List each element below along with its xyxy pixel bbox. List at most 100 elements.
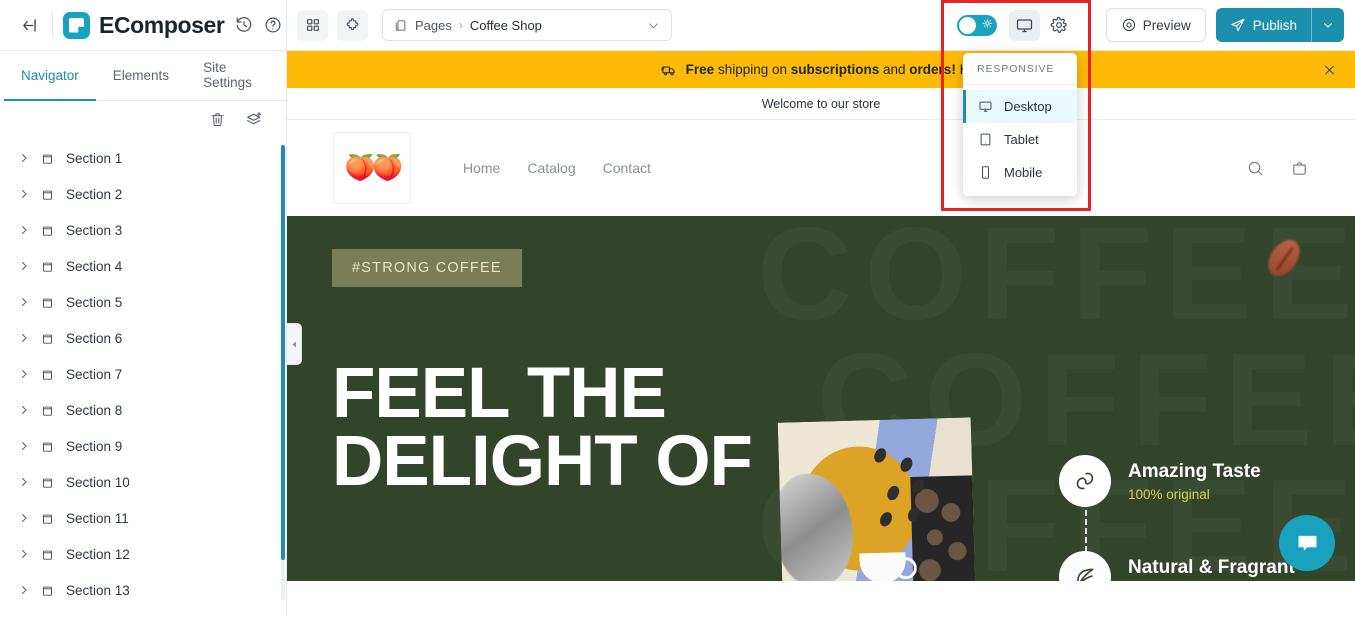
tab-navigator-label: Navigator <box>21 67 79 83</box>
publish-label: Publish <box>1252 17 1297 33</box>
tab-navigator[interactable]: Navigator <box>4 51 96 101</box>
chevron-right-icon[interactable] <box>18 548 32 560</box>
chat-bubble-icon[interactable] <box>1279 515 1335 571</box>
section-row[interactable]: Section 12 <box>0 536 286 572</box>
back-button[interactable] <box>14 10 44 40</box>
breadcrumb-group: Pages <box>415 17 452 33</box>
chevron-right-icon[interactable] <box>18 404 32 416</box>
chevron-right-icon[interactable] <box>18 152 32 164</box>
section-label: Section 9 <box>66 438 123 454</box>
responsive-item-label: Mobile <box>1004 165 1043 180</box>
chevron-right-icon[interactable] <box>18 368 32 380</box>
section-label: Section 1 <box>66 150 123 166</box>
sidebar-scrollbar-thumb[interactable] <box>281 145 285 560</box>
puzzle-extension-icon[interactable] <box>337 9 368 41</box>
hero-headline-line2: DELIGHT OF <box>332 422 753 502</box>
store-nav-catalog[interactable]: Catalog <box>527 160 575 176</box>
divider <box>52 12 53 38</box>
announcement-sentence: Free shipping on subscriptions and order… <box>686 62 982 77</box>
tab-elements[interactable]: Elements <box>96 51 186 101</box>
chevron-right-icon[interactable] <box>18 224 32 236</box>
pages-icon <box>393 18 408 33</box>
shopping-bag-icon[interactable] <box>1290 159 1309 178</box>
store-logo[interactable]: 🍑🍑 <box>333 132 411 204</box>
add-layer-icon[interactable] <box>245 110 264 129</box>
section-row[interactable]: Section 7 <box>0 356 286 392</box>
navigator-toolbar <box>0 101 286 137</box>
section-box-icon <box>40 295 55 310</box>
section-box-icon <box>40 187 55 202</box>
history-icon[interactable] <box>235 16 253 34</box>
tab-site-settings[interactable]: Site Settings <box>186 51 286 101</box>
store-nav-home[interactable]: Home <box>463 160 500 176</box>
chevron-right-icon[interactable] <box>18 332 32 344</box>
section-box-icon <box>40 331 55 346</box>
section-label: Section 12 <box>66 546 130 562</box>
responsive-item-mobile[interactable]: Mobile <box>963 156 1077 189</box>
publish-button[interactable]: Publish <box>1215 8 1344 42</box>
preview-button[interactable]: Preview <box>1105 8 1206 42</box>
section-label: Section 5 <box>66 294 123 310</box>
chevron-right-icon[interactable] <box>18 476 32 488</box>
chevron-right-icon[interactable] <box>18 260 32 272</box>
desktop-monitor-icon[interactable] <box>1008 9 1040 41</box>
chevron-right-icon[interactable] <box>18 584 32 596</box>
toggle-knob <box>958 16 976 34</box>
hero-section[interactable]: COFFEE COFFEE COFFEE #STRONG COFFEE FEEL… <box>287 216 1355 581</box>
section-row[interactable]: Section 10 <box>0 464 286 500</box>
feature-subtitle: 100% original <box>1128 487 1210 502</box>
ann-mid-2: and <box>879 62 910 77</box>
canvas-collapse-handle[interactable] <box>287 323 302 365</box>
section-row[interactable]: Section 2 <box>0 176 286 212</box>
section-label: Section 4 <box>66 258 123 274</box>
store-nav-contact[interactable]: Contact <box>603 160 651 176</box>
section-row[interactable]: Section 3 <box>0 212 286 248</box>
breadcrumb-separator: › <box>458 18 463 32</box>
section-row[interactable]: Section 13 <box>0 572 286 608</box>
gear-icon[interactable] <box>1044 10 1075 41</box>
feature-item: Amazing Taste 100% original <box>1059 455 1261 507</box>
sections-list[interactable]: Section 1 Section 2 Section 3 Section 4 <box>0 140 286 617</box>
delete-icon[interactable] <box>209 111 226 128</box>
section-row[interactable]: Section 4 <box>0 248 286 284</box>
section-box-icon <box>40 367 55 382</box>
brand-bar: EComposer <box>0 0 286 51</box>
section-row[interactable]: Section 9 <box>0 428 286 464</box>
ecomposer-editor: EComposer Navigator Elements Site Settin… <box>0 0 1355 617</box>
section-row[interactable]: Section 11 <box>0 500 286 536</box>
section-row[interactable]: Section 5 <box>0 284 286 320</box>
chevron-right-icon[interactable] <box>18 512 32 524</box>
publish-dropdown-chevron-down-icon[interactable] <box>1312 8 1344 42</box>
help-circle-icon[interactable] <box>264 16 282 34</box>
section-box-icon <box>40 403 55 418</box>
section-row[interactable]: Section 8 <box>0 392 286 428</box>
section-row[interactable]: Section 6 <box>0 320 286 356</box>
chevron-down-icon[interactable] <box>646 18 661 33</box>
breadcrumb-current-page: Coffee Shop <box>469 17 542 33</box>
page-selector[interactable]: Pages › Coffee Shop <box>382 9 672 41</box>
welcome-message: Welcome to our store <box>287 88 1355 120</box>
chevron-right-icon[interactable] <box>18 188 32 200</box>
search-icon[interactable] <box>1246 159 1265 178</box>
publish-main[interactable]: Publish <box>1216 8 1311 42</box>
responsive-dropdown-menu[interactable]: RESPONSIVE Desktop Tablet Mobile <box>963 53 1077 196</box>
chevron-right-icon[interactable] <box>18 296 32 308</box>
responsive-item-desktop[interactable]: Desktop <box>963 90 1077 123</box>
leaf-icon <box>1059 551 1111 581</box>
light-mode-toggle[interactable] <box>956 14 997 36</box>
ann-bold-free: Free <box>685 62 715 77</box>
grid-apps-icon[interactable] <box>297 9 328 41</box>
section-label: Section 7 <box>66 366 123 382</box>
section-label: Section 3 <box>66 222 123 238</box>
section-box-icon <box>40 583 55 598</box>
store-header-icons <box>1246 159 1309 178</box>
left-panel: EComposer Navigator Elements Site Settin… <box>0 0 287 617</box>
section-row[interactable]: Section 1 <box>0 140 286 176</box>
hero-tag: #STRONG COFFEE <box>332 249 522 287</box>
announcement-text: Free shipping on subscriptions and order… <box>660 61 982 78</box>
responsive-item-tablet[interactable]: Tablet <box>963 123 1077 156</box>
announcement-bar[interactable]: Free shipping on subscriptions and order… <box>287 51 1355 88</box>
close-icon[interactable] <box>1322 62 1337 77</box>
feature-connector <box>1085 510 1087 552</box>
chevron-right-icon[interactable] <box>18 440 32 452</box>
